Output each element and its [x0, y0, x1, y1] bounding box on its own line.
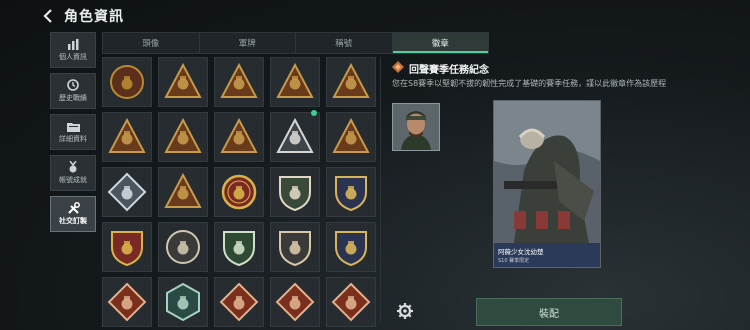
star-icon [219, 172, 259, 212]
badge-cell[interactable] [102, 277, 152, 327]
badge-cell[interactable] [102, 57, 152, 107]
backpack-icon [331, 62, 371, 102]
preview-caption: 阿薇少女沈幼楚 S10 賽季限定 [494, 243, 600, 267]
winged-sword-icon [331, 172, 371, 212]
sidebar-item-2[interactable]: 詳細資料 [50, 114, 96, 150]
badge-cell[interactable] [270, 222, 320, 272]
tank-icon [163, 172, 203, 212]
clock-icon [66, 79, 80, 91]
new-indicator [311, 110, 317, 116]
badge-cell[interactable] [270, 57, 320, 107]
crossed-guns-icon [331, 227, 371, 267]
player-avatar[interactable] [392, 103, 440, 151]
badge-cell[interactable] [214, 222, 264, 272]
preview-name: 阿薇少女沈幼楚 [498, 248, 544, 256]
dotted-triangle-icon [275, 117, 315, 157]
tab-3[interactable]: 徽章 [392, 33, 488, 53]
gear-icon[interactable] [396, 302, 414, 320]
badge-cell[interactable] [158, 222, 208, 272]
sidebar: 個人資訊歷史戰績詳細資料帳號成就社交訂製 [50, 32, 96, 232]
cube-icon [107, 172, 147, 212]
bar-chart-icon [66, 38, 80, 50]
badge-cell[interactable] [326, 277, 376, 327]
badge-title-text: 回聲賽季任務紀念 [409, 65, 489, 76]
preview-subtitle: S10 賽季限定 [498, 258, 530, 264]
flame-icon [331, 282, 371, 322]
badge-cell[interactable] [326, 167, 376, 217]
sidebar-item-3[interactable]: 帳號成就 [50, 155, 96, 191]
top-bar: 角色資訊 [40, 6, 124, 26]
badge-cell[interactable] [326, 112, 376, 162]
back-arrow-icon[interactable] [40, 8, 56, 24]
tab-1[interactable]: 軍牌 [200, 33, 296, 53]
equip-button[interactable]: 裝配 [476, 298, 622, 326]
badge-cell[interactable] [158, 167, 208, 217]
badge-title: 回聲賽季任務紀念 [392, 61, 489, 76]
badge-cell[interactable] [214, 57, 264, 107]
page-title: 角色資訊 [64, 9, 124, 25]
badge-preview-card: 阿薇少女沈幼楚 S10 賽季限定 [493, 100, 601, 268]
badge-cell[interactable] [270, 167, 320, 217]
skull-icon [163, 227, 203, 267]
wolf-icon [107, 282, 147, 322]
helmet-icon [163, 117, 203, 157]
badge-cell[interactable] [214, 167, 264, 217]
horse-icon [275, 282, 315, 322]
hat-icon [163, 62, 203, 102]
soldier-icon [107, 117, 147, 157]
sidebar-item-label: 詳細資料 [59, 135, 87, 143]
badge-cell[interactable] [214, 277, 264, 327]
sidebar-item-1[interactable]: 歷史戰績 [50, 73, 96, 109]
rifle-icon [275, 227, 315, 267]
sidebar-item-label: 歷史戰績 [59, 94, 87, 102]
crossed-rifles-icon [219, 227, 259, 267]
sidebar-item-label: 社交訂製 [59, 217, 87, 225]
sidebar-item-label: 帳號成就 [59, 176, 87, 184]
badge-cell[interactable] [158, 112, 208, 162]
badge-cell[interactable] [326, 57, 376, 107]
sidebar-item-4[interactable]: 社交訂製 [50, 196, 96, 232]
badge-cell[interactable] [102, 222, 152, 272]
badge-cell[interactable] [326, 222, 376, 272]
badge-description: 您在S8賽季以堅韌不拔的韌性完成了基礎的賽季任務，謹以此徽章作為該歷程 [392, 79, 667, 88]
badge-grid [102, 57, 377, 330]
tools-icon [66, 201, 80, 214]
tab-2[interactable]: 稱號 [296, 33, 393, 53]
dragon-icon [219, 282, 259, 322]
badge-cell[interactable] [270, 277, 320, 327]
tab-0[interactable]: 頭像 [103, 33, 200, 53]
diamond-marker-icon [392, 61, 404, 76]
jerrycan-icon [275, 62, 315, 102]
folder-icon [66, 120, 80, 132]
crown-icon [275, 172, 315, 212]
badge-cell[interactable] [158, 57, 208, 107]
squad-icon [219, 117, 259, 157]
eagle-icon [107, 227, 147, 267]
badge-cell[interactable] [270, 112, 320, 162]
sidebar-item-0[interactable]: 個人資訊 [50, 32, 96, 68]
panel-divider [380, 57, 381, 322]
muscle-icon [331, 117, 371, 157]
emblem-icon [107, 62, 147, 102]
badge-cell[interactable] [158, 277, 208, 327]
bird-icon [163, 282, 203, 322]
sidebar-item-label: 個人資訊 [59, 53, 87, 61]
badge-cell[interactable] [102, 167, 152, 217]
badge-cell[interactable] [214, 112, 264, 162]
medal-icon [66, 161, 80, 173]
tab-bar: 頭像 軍牌 稱號 徽章 [102, 32, 489, 54]
badge-cell[interactable] [102, 112, 152, 162]
number-one-icon [219, 62, 259, 102]
